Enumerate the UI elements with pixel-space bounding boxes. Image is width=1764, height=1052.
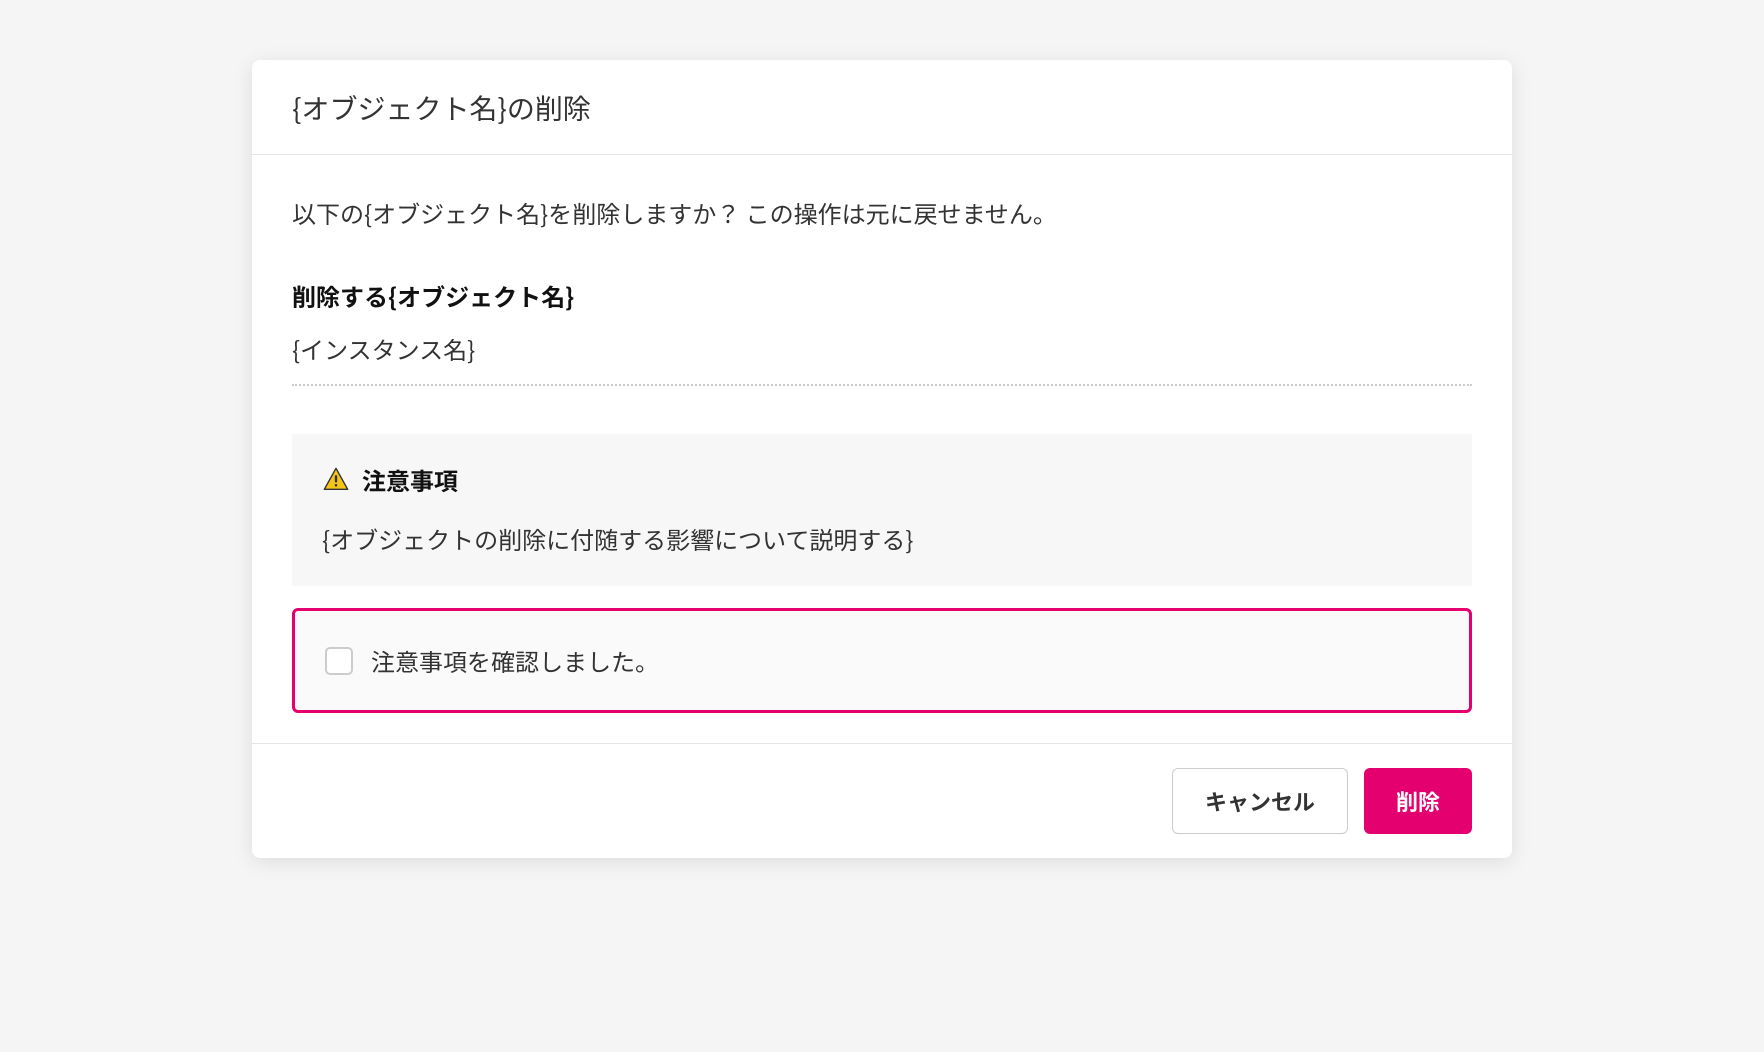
confirm-checkbox-label: 注意事項を確認しました。 (371, 643, 659, 678)
dialog-footer: キャンセル 削除 (252, 743, 1512, 858)
warning-icon (322, 466, 350, 494)
dialog-title: {オブジェクト名}の削除 (292, 88, 1472, 128)
notice-description: {オブジェクトの削除に付随する影響について説明する} (322, 521, 1442, 556)
confirm-checkbox-container[interactable]: 注意事項を確認しました。 (292, 608, 1472, 713)
delete-button[interactable]: 削除 (1364, 768, 1472, 834)
confirm-text: 以下の{オブジェクト名}を削除しますか？ この操作は元に戻せません。 (292, 195, 1472, 230)
dialog-header: {オブジェクト名}の削除 (252, 60, 1512, 155)
cancel-button[interactable]: キャンセル (1172, 768, 1348, 834)
delete-target-label: 削除する{オブジェクト名} (292, 278, 1472, 313)
notice-box: 注意事項 {オブジェクトの削除に付随する影響について説明する} (292, 434, 1472, 586)
instance-name: {インスタンス名} (292, 331, 1472, 386)
delete-confirmation-dialog: {オブジェクト名}の削除 以下の{オブジェクト名}を削除しますか？ この操作は元… (252, 60, 1512, 858)
notice-title: 注意事項 (362, 462, 458, 497)
dialog-body: 以下の{オブジェクト名}を削除しますか？ この操作は元に戻せません。 削除する{… (252, 155, 1512, 743)
confirm-checkbox[interactable] (325, 647, 353, 675)
notice-header: 注意事項 (322, 462, 1442, 497)
